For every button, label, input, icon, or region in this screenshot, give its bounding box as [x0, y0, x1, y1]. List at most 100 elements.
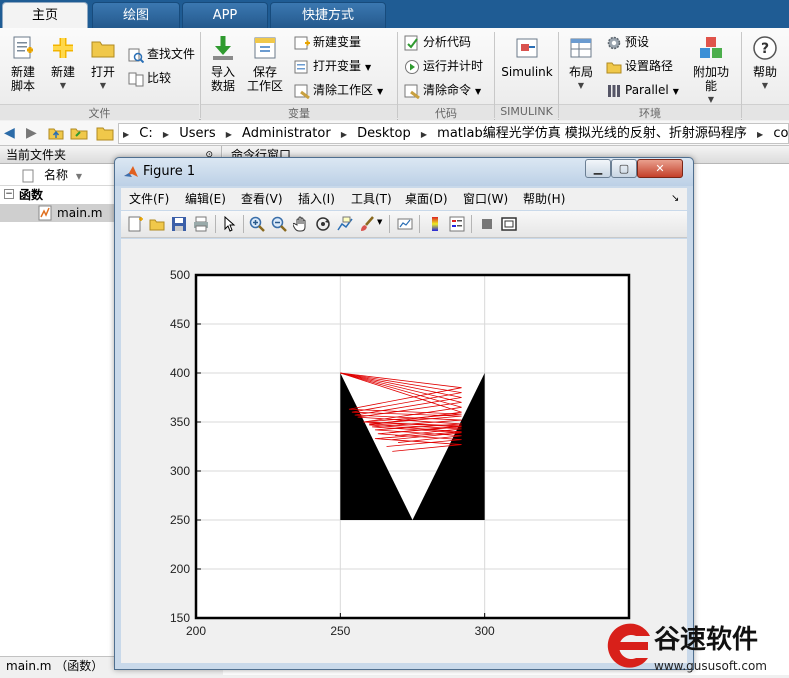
back-arrow-icon[interactable]: ◀: [4, 125, 15, 141]
new-variable-icon: [294, 35, 310, 51]
find-files-icon: [128, 47, 145, 63]
collapse-toggle-icon[interactable]: −: [4, 189, 14, 199]
analyze-code-button[interactable]: 分析代码: [404, 32, 471, 52]
menu-window[interactable]: 窗口(W): [463, 188, 508, 210]
clear-commands-icon: [404, 83, 420, 99]
breadcrumb-users[interactable]: Users: [179, 126, 215, 141]
y-tick-label: 400: [170, 366, 190, 380]
help-button[interactable]: ? 帮助 ▼: [746, 32, 784, 102]
simulink-button[interactable]: Simulink: [500, 32, 554, 102]
run-and-time-label: 运行并计时: [423, 59, 484, 73]
menu-edit[interactable]: 编辑(E): [185, 188, 226, 210]
breadcrumb-desktop[interactable]: Desktop: [357, 126, 411, 141]
menu-file[interactable]: 文件(F): [129, 188, 169, 210]
open-file-icon[interactable]: [149, 216, 165, 232]
browse-folder-icon[interactable]: [70, 125, 88, 145]
print-icon[interactable]: [193, 216, 209, 232]
up-folder-icon[interactable]: [48, 125, 64, 145]
simulink-label: Simulink: [501, 65, 553, 79]
minimize-button[interactable]: ▁: [585, 159, 611, 178]
axes-background: [196, 275, 629, 618]
brush-icon[interactable]: [359, 216, 375, 232]
new-plus-icon: [49, 34, 77, 62]
open-button[interactable]: 打开 ▼: [84, 32, 122, 102]
current-folder-title: 当前文件夹: [6, 148, 67, 162]
run-and-time-icon: [404, 59, 420, 75]
zoom-out-icon[interactable]: [271, 216, 287, 232]
pan-hand-icon[interactable]: [292, 216, 309, 232]
breadcrumb-code[interactable]: code: [773, 126, 788, 141]
show-plot-tools-icon[interactable]: [501, 216, 517, 232]
clear-workspace-button[interactable]: 清除工作区 ▼: [294, 80, 383, 100]
tab-plots[interactable]: 绘图: [92, 2, 180, 28]
hide-plot-tools-icon[interactable]: [479, 216, 495, 232]
section-label-simulink: SIMULINK: [495, 104, 558, 120]
forward-arrow-icon[interactable]: ▶: [26, 125, 37, 141]
figure-title: Figure 1: [143, 164, 196, 179]
find-files-button[interactable]: 查找文件: [128, 44, 195, 64]
legend-icon[interactable]: [449, 216, 465, 232]
menu-help[interactable]: 帮助(H): [523, 188, 565, 210]
breadcrumb-administrator[interactable]: Administrator: [242, 126, 331, 141]
open-variable-label: 打开变量: [313, 59, 362, 73]
maximize-button[interactable]: ▢: [611, 159, 637, 178]
section-label-code: 代码: [398, 104, 494, 120]
save-workspace-icon: [251, 34, 279, 62]
menu-desktop[interactable]: 桌面(D): [405, 188, 448, 210]
addons-button[interactable]: 附加功能 ▼: [688, 32, 734, 104]
new-script-button[interactable]: 新建 脚本: [4, 32, 42, 102]
plot-svg: 200250300350150200250300350400450500: [170, 268, 639, 638]
new-figure-icon[interactable]: [127, 216, 143, 232]
chevron-down-icon: ▼: [577, 81, 585, 90]
layout-button[interactable]: 布局 ▼: [562, 32, 600, 102]
save-icon[interactable]: [171, 216, 187, 232]
rotate-3d-icon[interactable]: [315, 216, 331, 232]
matlab-logo-icon: [123, 164, 139, 183]
breadcrumb-project[interactable]: matlab编程光学仿真 模拟光线的反射、折射源码程序: [437, 126, 747, 141]
colorbar-icon[interactable]: [427, 216, 443, 232]
save-workspace-button[interactable]: 保存 工作区: [246, 32, 284, 102]
clear-commands-button[interactable]: 清除命令 ▼: [404, 80, 481, 100]
parallel-button[interactable]: Parallel ▼: [606, 80, 679, 100]
compare-button[interactable]: 比较: [128, 68, 171, 88]
menu-view[interactable]: 查看(V): [241, 188, 283, 210]
analyze-code-icon: [404, 35, 420, 51]
new-button[interactable]: 新建 ▼: [44, 32, 82, 102]
x-tick-label: 300: [475, 624, 495, 638]
chevron-right-icon: ▶: [225, 130, 232, 139]
new-variable-button[interactable]: 新建变量: [294, 32, 361, 52]
preferences-button[interactable]: 预设: [606, 32, 649, 52]
tab-shortcuts[interactable]: 快捷方式: [270, 2, 386, 28]
find-files-label: 查找文件: [147, 47, 196, 61]
link-plot-icon[interactable]: [397, 216, 413, 232]
set-path-icon: [606, 59, 622, 75]
menu-tools[interactable]: 工具(T): [351, 188, 392, 210]
data-cursor-icon[interactable]: [337, 216, 353, 232]
close-button[interactable]: ✕: [637, 159, 683, 178]
figure-window: Figure 1 ▁ ▢ ✕ 文件(F) 编辑(E) 查看(V) 插入(I) 工…: [114, 157, 694, 670]
tab-apps[interactable]: APP: [182, 2, 268, 28]
save-workspace-label: 保存 工作区: [246, 65, 283, 93]
menu-insert[interactable]: 插入(I): [298, 188, 335, 210]
figure-title-bar[interactable]: Figure 1 ▁ ▢ ✕: [115, 158, 693, 186]
import-data-button[interactable]: 导入 数据: [204, 32, 242, 102]
path-field[interactable]: ▶ C: ▶ Users ▶ Administrator ▶ Desktop ▶…: [118, 123, 789, 144]
zoom-in-icon[interactable]: [249, 216, 265, 232]
tab-home[interactable]: 主页: [2, 2, 88, 28]
chevron-down-icon: ▼: [672, 87, 679, 96]
open-variable-button[interactable]: 打开变量 ▼: [294, 56, 371, 76]
addons-label: 附加功能: [692, 65, 729, 93]
chevron-down-icon: ▼: [365, 63, 372, 72]
toolbar-separator: [243, 215, 244, 233]
set-path-button[interactable]: 设置路径: [606, 56, 673, 76]
breadcrumb-drive[interactable]: C:: [139, 126, 152, 141]
pointer-icon[interactable]: [221, 215, 237, 232]
y-tick-label: 300: [170, 464, 190, 478]
dock-arrow-icon[interactable]: ↘: [671, 188, 679, 210]
chevron-down-icon[interactable]: ▼: [377, 218, 382, 226]
new-script-label: 新建 脚本: [10, 65, 35, 93]
help-question-icon: ?: [751, 34, 779, 62]
sort-down-icon: ▼: [75, 172, 82, 181]
x-tick-label: 200: [186, 624, 206, 638]
run-and-time-button[interactable]: 运行并计时: [404, 56, 483, 76]
